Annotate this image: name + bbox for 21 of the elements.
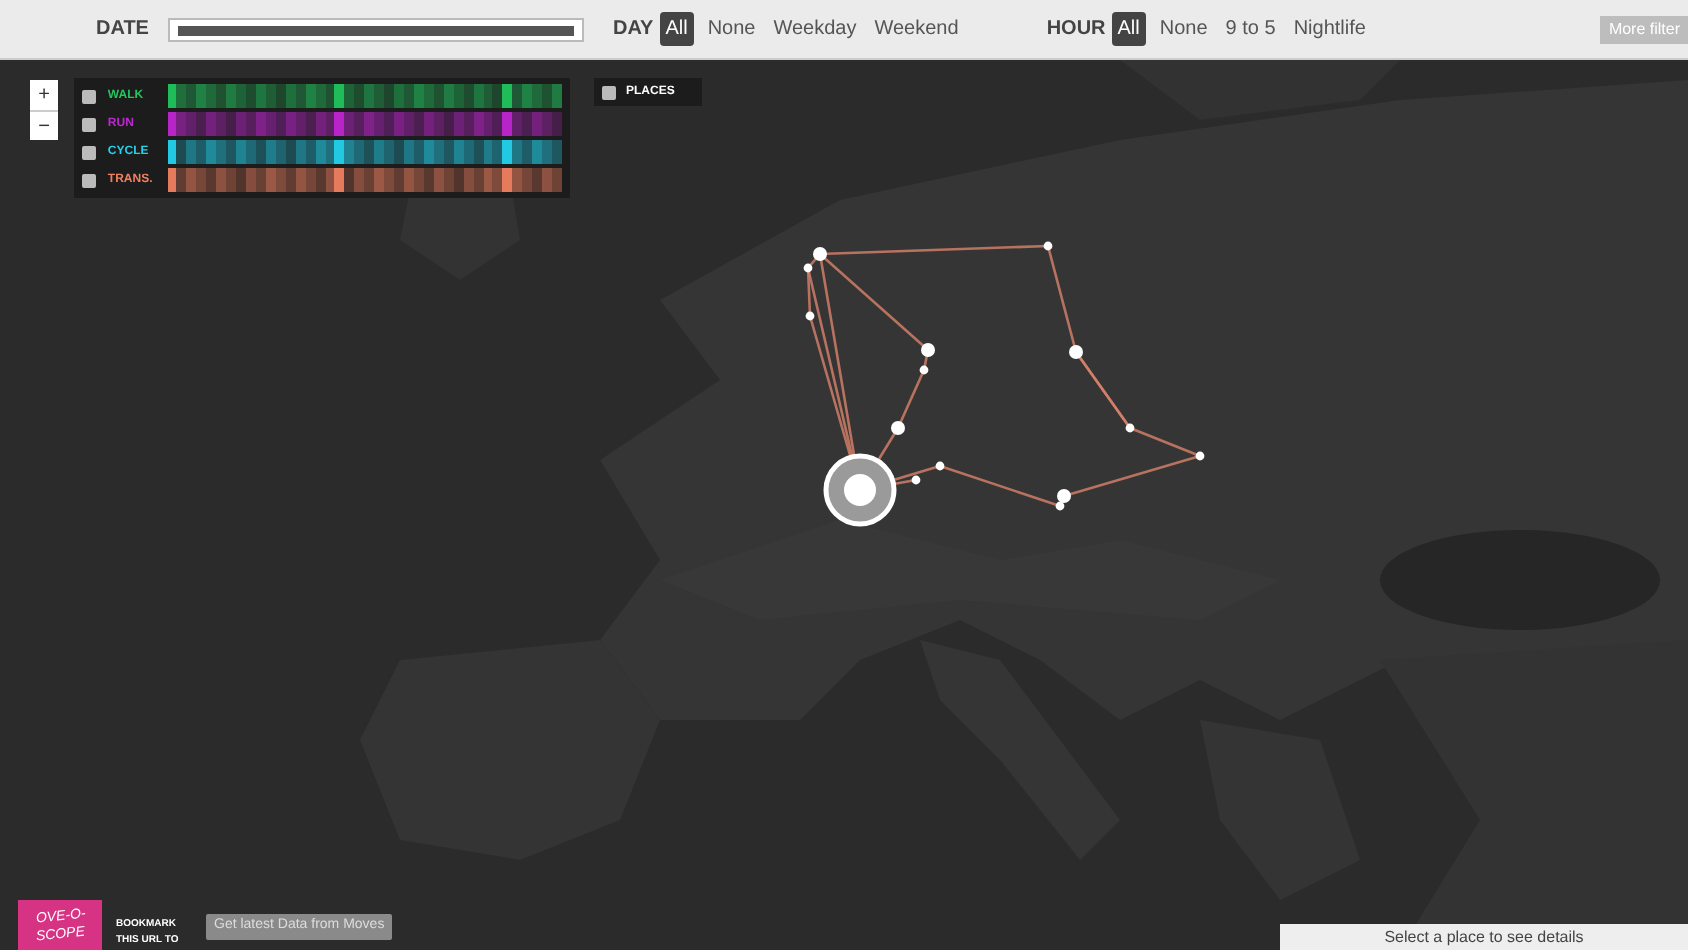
filter-option[interactable]: 9 to 5 xyxy=(1221,14,1280,44)
checkbox[interactable] xyxy=(82,89,96,103)
checkbox[interactable] xyxy=(82,117,96,131)
filter-option[interactable]: Nightlife xyxy=(1289,14,1370,44)
filter-option[interactable]: All xyxy=(1111,12,1146,46)
date-label: DATE xyxy=(96,16,149,44)
filter-option[interactable]: All xyxy=(659,12,694,46)
details-panel: Select a place to see details xyxy=(1280,924,1688,950)
filter-option[interactable]: None xyxy=(703,14,760,44)
filter-option[interactable]: Weekend xyxy=(870,14,963,44)
day-label: DAY xyxy=(612,16,654,44)
checkbox[interactable] xyxy=(602,85,616,99)
checkbox[interactable] xyxy=(82,145,96,159)
zoom-in-button[interactable]: + xyxy=(30,80,58,110)
selected-place-marker[interactable] xyxy=(823,453,897,527)
date-range-slider[interactable] xyxy=(168,17,585,41)
hour-label: HOUR xyxy=(1046,16,1106,44)
checkbox[interactable] xyxy=(82,173,96,187)
zoom-out-button[interactable]: − xyxy=(30,110,58,140)
filter-option[interactable]: None xyxy=(1155,14,1212,44)
filter-option[interactable]: Weekday xyxy=(769,14,861,44)
